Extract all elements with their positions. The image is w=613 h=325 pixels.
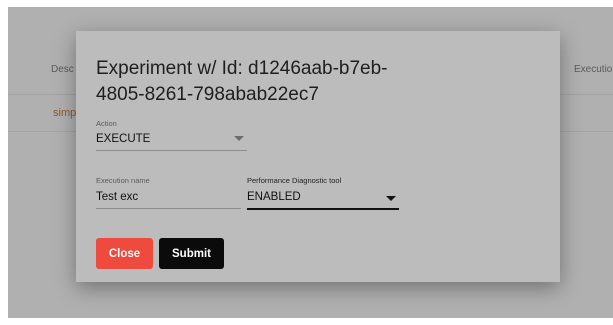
execution-name-underline	[96, 208, 241, 209]
chevron-down-icon	[386, 196, 396, 201]
column-header-description: Desc	[51, 64, 74, 75]
action-label: Action	[96, 119, 117, 128]
close-button[interactable]: Close	[96, 238, 153, 269]
performance-diagnostic-label: Performance Diagnostic tool	[247, 176, 342, 185]
row-name-link: simp	[53, 107, 77, 119]
execution-name-field[interactable]: Execution name Test exc	[96, 176, 241, 210]
column-header-execution: Executio	[574, 64, 613, 75]
dialog-title: Experiment w/ Id: d1246aab-b7eb-4805-826…	[96, 58, 388, 105]
experiment-dialog: Experiment w/ Id: d1246aab-b7eb-4805-826…	[76, 31, 560, 282]
chevron-down-icon	[234, 136, 244, 141]
action-underline	[96, 150, 247, 151]
action-select[interactable]: Action EXECUTE	[96, 119, 247, 152]
submit-button[interactable]: Submit	[159, 238, 224, 269]
action-value: EXECUTE	[96, 133, 151, 145]
performance-diagnostic-value: ENABLED	[247, 191, 301, 203]
performance-diagnostic-select[interactable]: Performance Diagnostic tool ENABLED	[247, 176, 399, 210]
execution-name-label: Execution name	[96, 176, 150, 185]
performance-diagnostic-underline	[247, 208, 399, 210]
execution-name-value: Test exc	[96, 191, 139, 203]
